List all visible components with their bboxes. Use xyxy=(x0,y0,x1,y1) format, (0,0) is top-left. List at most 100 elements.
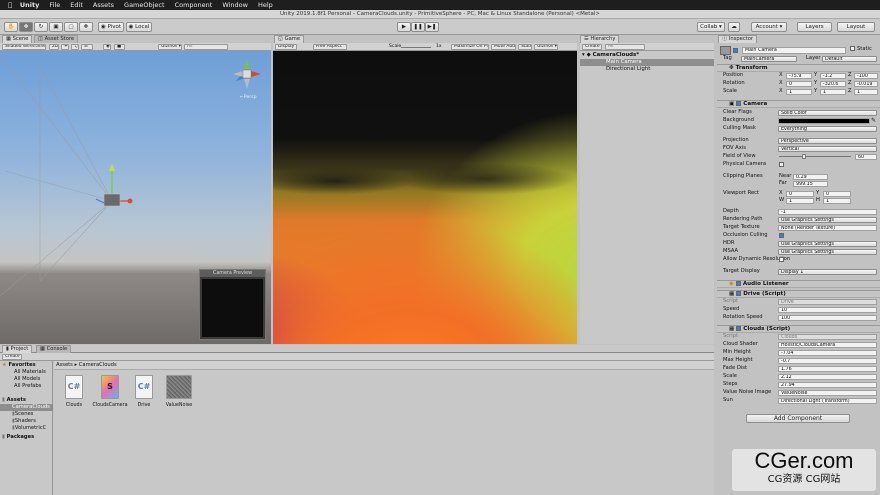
asset-cloudscamera[interactable]: S CloudsCamera xyxy=(92,375,128,408)
transform-1-z-field[interactable]: -0.019 xyxy=(854,81,878,87)
transform-0-x-field[interactable]: -75.9 xyxy=(786,73,812,79)
rect-tool-icon[interactable]: ▢ xyxy=(64,22,78,32)
folder-volumetric[interactable]: ▮VolumetricC xyxy=(12,425,53,432)
hdr-dropdown[interactable]: Use Graphics Settings xyxy=(778,241,877,247)
camera-header[interactable]: ▣ Camera xyxy=(717,100,880,108)
game-gizmos-dropdown[interactable]: Gizmos ▾ xyxy=(534,44,558,50)
hierarchy-scene-row[interactable]: ▾ ◆ CameraClouds* xyxy=(582,52,714,59)
occlusion-culling-checkbox[interactable] xyxy=(779,233,786,239)
depth-field[interactable]: -1 xyxy=(778,209,877,215)
projection-dropdown[interactable]: Perspective xyxy=(778,138,877,144)
rendering-path-dropdown[interactable]: Use Graphics Settings xyxy=(778,217,877,223)
transform-2-y-field[interactable]: 1 xyxy=(820,89,846,95)
eyedropper-icon[interactable]: ✎ xyxy=(871,117,876,124)
fov-field[interactable]: 60 xyxy=(855,154,877,160)
asset-clouds[interactable]: C# Clouds xyxy=(56,375,92,408)
breadcrumb-assets[interactable]: Assets xyxy=(56,362,73,368)
physical-camera-checkbox[interactable] xyxy=(779,162,786,168)
clouds-row-4-field[interactable]: 2.12 xyxy=(778,374,877,380)
object-name-field[interactable]: Main Camera xyxy=(742,47,846,54)
scale-slider[interactable] xyxy=(401,47,431,48)
fov-slider-handle[interactable] xyxy=(802,154,806,159)
viewport-w-field[interactable]: 1 xyxy=(786,198,814,204)
menu-file[interactable]: File xyxy=(49,1,60,9)
add-component-button[interactable]: Add Component xyxy=(746,414,850,423)
tag-dropdown[interactable]: MainCamera xyxy=(741,56,797,62)
orientation-gizmo-icon[interactable] xyxy=(230,57,264,91)
transform-0-z-field[interactable]: -100 xyxy=(854,73,878,79)
layer-dropdown[interactable]: Default xyxy=(822,56,877,62)
clouds-header[interactable]: ▦ Clouds (Script) xyxy=(717,325,880,333)
tab-game[interactable]: ◱ Game xyxy=(274,35,305,43)
rotation-speed-field[interactable]: 100 xyxy=(778,315,877,321)
fav-all-models[interactable]: All Models xyxy=(14,376,40,383)
apple-icon[interactable]:  xyxy=(8,1,12,9)
scene-camera-icon[interactable]: ■ xyxy=(114,44,125,50)
clouds-enabled-checkbox[interactable] xyxy=(736,326,742,331)
tab-project[interactable]: ▮ Project xyxy=(2,345,33,353)
account-dropdown[interactable]: Account ▾ xyxy=(751,22,787,32)
fav-all-materials[interactable]: All Materials xyxy=(14,369,46,376)
menu-assets[interactable]: Assets xyxy=(93,1,114,9)
folder-scenes[interactable]: ▮Scenes xyxy=(12,411,33,418)
aspect-dropdown[interactable]: Free Aspect xyxy=(313,44,347,50)
favorites-node[interactable]: ★ Favorites xyxy=(2,362,36,369)
drive-header[interactable]: ▦ Drive (Script) xyxy=(717,290,880,298)
stats-toggle[interactable]: Stats xyxy=(518,44,532,50)
target-texture-field[interactable]: None (Render Texture) xyxy=(778,225,877,231)
tab-hierarchy[interactable]: ☰ Hierarchy xyxy=(580,35,620,43)
viewport-x-field[interactable]: 0 xyxy=(786,191,814,197)
speed-field[interactable]: 10 xyxy=(778,307,877,313)
clear-flags-dropdown[interactable]: Solid Color xyxy=(778,110,877,116)
scene-viewport[interactable]: ←Persp Camera Preview xyxy=(0,51,271,344)
maximize-on-play-toggle[interactable]: Maximize On Play xyxy=(451,44,489,50)
cloud-icon[interactable]: ☁ xyxy=(728,22,740,32)
tab-scene[interactable]: ▦ Scene xyxy=(2,35,33,43)
transform-2-z-field[interactable]: 1 xyxy=(854,89,878,95)
transform-1-y-field[interactable]: -320.6 xyxy=(820,81,846,87)
pivot-toggle[interactable]: ◉ Pivot xyxy=(98,22,124,32)
far-field[interactable]: 999.15 xyxy=(793,181,828,187)
clouds-row-7-field[interactable]: Directional Light (Transform) xyxy=(778,398,877,404)
tab-console[interactable]: ▦ Console xyxy=(36,345,72,353)
dynamic-resolution-checkbox[interactable] xyxy=(779,257,786,263)
scene-visibility-icon[interactable]: ◉ xyxy=(103,44,111,50)
play-button[interactable]: ▶ xyxy=(397,22,411,32)
clouds-row-5-field[interactable]: 27.94 xyxy=(778,382,877,388)
tab-asset-store[interactable]: ◫ Asset Store xyxy=(34,35,79,43)
hierarchy-create-dropdown[interactable]: Create ▾ xyxy=(582,44,602,50)
audio-enabled-checkbox[interactable] xyxy=(735,281,741,286)
clouds-row-0-field[interactable]: Holistic/CloudsCamera xyxy=(778,342,877,348)
transform-tool-icon[interactable]: ❖ xyxy=(79,22,93,32)
hierarchy-item-main-camera[interactable]: Main Camera xyxy=(580,59,714,66)
local-toggle[interactable]: ◉ Local xyxy=(126,22,152,32)
asset-drive[interactable]: C# Drive xyxy=(126,375,162,408)
rotate-tool-icon[interactable]: ↻ xyxy=(34,22,48,32)
msaa-dropdown[interactable]: Use Graphics Settings xyxy=(778,249,877,255)
gizmos-dropdown[interactable]: Gizmos ▾ xyxy=(158,44,182,50)
transform-1-x-field[interactable]: 0 xyxy=(786,81,812,87)
near-field[interactable]: 0.29 xyxy=(793,174,828,180)
breadcrumb-cameraclouds[interactable]: CameraClouds xyxy=(79,362,117,368)
audio-listener-header[interactable]: ◉ Audio Listener xyxy=(717,280,880,288)
game-viewport[interactable] xyxy=(273,51,577,344)
viewport-h-field[interactable]: 1 xyxy=(823,198,851,204)
static-toggle[interactable]: Static xyxy=(850,46,872,53)
active-checkbox[interactable] xyxy=(733,48,740,54)
viewport-y-field[interactable]: 0 xyxy=(823,191,851,197)
packages-node[interactable]: ▮ Packages xyxy=(2,434,34,441)
hierarchy-item-directional-light[interactable]: Directional Light xyxy=(582,66,714,73)
mode-2d-toggle[interactable]: 2D xyxy=(49,44,59,50)
folder-shaders[interactable]: ▮Shaders xyxy=(12,418,36,425)
transform-header[interactable]: ✥ Transform xyxy=(717,64,880,72)
target-display-dropdown[interactable]: Display 1 xyxy=(778,269,877,275)
fov-slider-track[interactable] xyxy=(779,156,851,157)
camera-enabled-checkbox[interactable] xyxy=(736,101,742,106)
tab-inspector[interactable]: ⓘ Inspector xyxy=(718,35,758,43)
background-color-swatch[interactable] xyxy=(778,118,870,124)
layers-dropdown[interactable]: Layers xyxy=(797,22,832,32)
hierarchy-search-input[interactable]: All xyxy=(605,44,645,50)
menu-component[interactable]: Component xyxy=(175,1,213,9)
menu-gameobject[interactable]: GameObject xyxy=(124,1,165,9)
clouds-row-3-field[interactable]: 1.76 xyxy=(778,366,877,372)
